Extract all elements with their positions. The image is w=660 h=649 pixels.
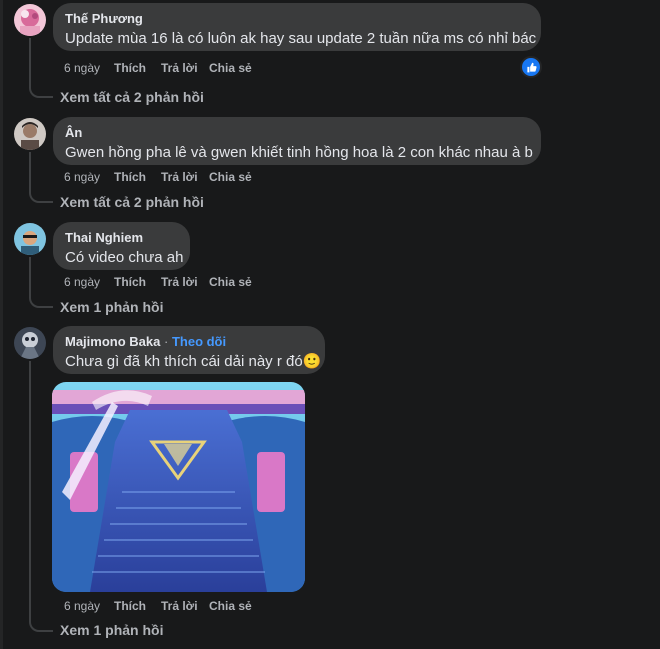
stage-image-icon — [52, 382, 305, 592]
comment-image-attachment[interactable] — [52, 382, 305, 592]
panel-edge — [0, 0, 3, 649]
comment-actions: 6 ngày Thích Trả lời Chia sẻ — [64, 170, 252, 184]
like-button[interactable]: Thích — [114, 61, 161, 75]
view-replies-link[interactable]: Xem tất cả 2 phản hồi — [60, 194, 204, 210]
comment-actions: 6 ngày Thích Trả lời Chia sẻ — [64, 61, 252, 75]
comment-timestamp[interactable]: 6 ngày — [64, 170, 114, 184]
reply-button[interactable]: Trả lời — [161, 275, 209, 289]
reply-connector — [29, 257, 53, 308]
comment-bubble: Thế Phương Update mùa 16 là có luôn ak h… — [53, 3, 541, 51]
comment-bubble: Thai Nghiem Có video chưa ah — [53, 222, 190, 270]
like-button[interactable]: Thích — [114, 599, 161, 613]
comment-text: Gwen hồng pha lê và gwen khiết tinh hồng… — [65, 144, 533, 161]
comment-actions: 6 ngày Thích Trả lời Chia sẻ — [64, 275, 252, 289]
share-button[interactable]: Chia sẻ — [209, 61, 252, 75]
comment-timestamp[interactable]: 6 ngày — [64, 599, 114, 613]
separator-dot: · — [163, 334, 169, 349]
comment-author[interactable]: Thế Phương — [65, 11, 529, 27]
smile-emoji-icon: 🙂 — [302, 353, 322, 370]
reply-connector — [29, 152, 53, 203]
view-replies-link[interactable]: Xem tất cả 2 phản hồi — [60, 89, 204, 105]
avatar[interactable] — [14, 118, 46, 150]
comment-author[interactable]: Thai Nghiem — [65, 230, 178, 246]
view-replies-link[interactable]: Xem 1 phản hồi — [60, 299, 163, 315]
reply-connector — [29, 361, 53, 632]
comment-author[interactable]: Majimono Baka — [65, 334, 160, 349]
comment-bubble: Majimono Baka · Theo dõi Chưa gì đã kh t… — [53, 326, 325, 374]
view-replies-link[interactable]: Xem 1 phản hồi — [60, 622, 163, 638]
like-button[interactable]: Thích — [114, 170, 161, 184]
avatar[interactable] — [14, 327, 46, 359]
comment-text: Update mùa 16 là có luôn ak hay sau upda… — [65, 30, 537, 47]
comment-author[interactable]: Ân — [65, 125, 529, 141]
reply-button[interactable]: Trả lời — [161, 170, 209, 184]
reply-button[interactable]: Trả lời — [161, 599, 209, 613]
like-icon[interactable] — [520, 56, 542, 78]
comment-thread: Thế Phương Update mùa 16 là có luôn ak h… — [0, 0, 660, 649]
reply-connector — [29, 38, 53, 98]
like-button[interactable]: Thích — [114, 275, 161, 289]
comment-actions: 6 ngày Thích Trả lời Chia sẻ — [64, 599, 252, 613]
comment-text: Có video chưa ah — [65, 249, 184, 266]
avatar[interactable] — [14, 223, 46, 255]
share-button[interactable]: Chia sẻ — [209, 599, 252, 613]
comment-text: Chưa gì đã kh thích cái dải này r đó — [65, 353, 303, 370]
share-button[interactable]: Chia sẻ — [209, 170, 252, 184]
reply-button[interactable]: Trả lời — [161, 61, 209, 75]
comment-timestamp[interactable]: 6 ngày — [64, 275, 114, 289]
comment-timestamp[interactable]: 6 ngày — [64, 61, 114, 75]
comment-header: Majimono Baka · Theo dõi — [65, 334, 313, 350]
comment-text-row: Chưa gì đã kh thích cái dải này r đó🙂 — [65, 352, 321, 372]
comment-bubble: Ân Gwen hồng pha lê và gwen khiết tinh h… — [53, 117, 541, 165]
follow-button[interactable]: Theo dõi — [172, 334, 226, 349]
share-button[interactable]: Chia sẻ — [209, 275, 252, 289]
avatar[interactable] — [14, 4, 46, 36]
